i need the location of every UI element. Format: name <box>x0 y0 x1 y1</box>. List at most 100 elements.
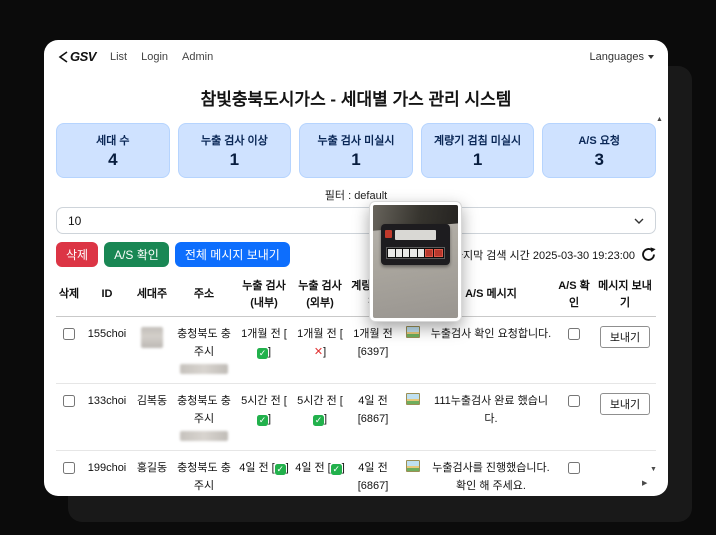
last-search-time: 마지막 검색 시간 2025-03-30 19:23:00 <box>453 247 656 263</box>
check-pass-icon: ✓ <box>257 348 268 359</box>
header-send-message: 메시지 보내기 <box>594 273 656 317</box>
delete-button[interactable]: 삭제 <box>56 242 98 267</box>
cell-select <box>56 317 82 384</box>
cell-household-head: 김복동 <box>132 384 172 451</box>
cell-photo <box>398 384 428 451</box>
nav-link-list[interactable]: List <box>110 51 127 63</box>
as-confirm-button[interactable]: A/S 확인 <box>104 242 169 267</box>
redacted-address <box>180 364 228 374</box>
stat-label: 누출 검사 이상 <box>181 132 289 148</box>
stat-value: 1 <box>424 150 532 170</box>
app-window: GSV List Login Admin Languages 참빛충북도시가스 … <box>44 40 668 496</box>
cell-household-head: 홍길동 <box>132 451 172 496</box>
cell-send-message: 보내기 <box>594 317 656 384</box>
row-select-checkbox[interactable] <box>63 462 75 474</box>
cell-as-message: 누출검사를 진행했습니다. 확인 해 주세요. <box>428 451 554 496</box>
redacted-address <box>180 431 228 441</box>
gas-meter-photo <box>373 205 458 318</box>
page-size-value: 10 <box>68 214 81 228</box>
cell-photo <box>398 317 428 384</box>
photo-thumbnail-icon[interactable] <box>406 460 420 472</box>
filter-label: 필터 : default <box>56 187 656 203</box>
cell-photo <box>398 451 428 496</box>
check-pass-icon: ✓ <box>257 415 268 426</box>
nav-link-login[interactable]: Login <box>141 51 168 63</box>
stat-label: 계량기 검침 미실시 <box>424 132 532 148</box>
page-title: 참빛충북도시가스 - 세대별 가스 관리 시스템 <box>56 85 656 110</box>
header-leak-outside: 누출 검사 (외부) <box>292 273 348 317</box>
send-all-message-button[interactable]: 전체 메시지 보내기 <box>175 242 290 267</box>
refresh-icon[interactable] <box>641 247 656 262</box>
as-confirm-checkbox[interactable] <box>568 395 580 407</box>
cell-leak-outside: 1개월 전 [✕] <box>292 317 348 384</box>
check-pass-icon: ✓ <box>331 464 342 475</box>
stat-value: 1 <box>181 150 289 170</box>
chevron-down-icon <box>648 55 654 59</box>
table-row: 199choi홍길동충청북도 충주시4일 전 [✓]4일 전 [✓]4일 전 [… <box>56 451 656 496</box>
cell-id: 133choi <box>82 384 132 451</box>
navbar: GSV List Login Admin Languages <box>44 40 668 71</box>
cell-address: 충청북도 충주시 <box>172 384 236 451</box>
cell-send-message <box>594 451 656 496</box>
scroll-up-arrow-icon[interactable]: ▲ <box>656 116 663 123</box>
stat-label: A/S 요청 <box>545 132 653 148</box>
row-select-checkbox[interactable] <box>63 395 75 407</box>
cell-leak-inside: 1개월 전 [✓] <box>236 317 292 384</box>
photo-preview-popup <box>369 201 462 322</box>
stat-card-leak-abnormal: 누출 검사 이상 1 <box>178 123 292 178</box>
scroll-down-arrow-icon[interactable]: ▼ <box>650 466 657 473</box>
send-message-button[interactable]: 보내기 <box>600 326 650 348</box>
cell-meter-reading: 1개월 전 [6397] <box>348 317 398 384</box>
cell-leak-inside: 4일 전 [✓] <box>236 451 292 496</box>
cell-send-message: 보내기 <box>594 384 656 451</box>
page-size-select[interactable]: 10 <box>56 207 656 234</box>
header-address: 주소 <box>172 273 236 317</box>
header-as-confirm: A/S 확인 <box>554 273 594 317</box>
stat-label: 누출 검사 미실시 <box>302 132 410 148</box>
stat-value: 3 <box>545 150 653 170</box>
brand-text: GSV <box>70 49 96 64</box>
cell-id: 155choi <box>82 317 132 384</box>
table-row: 155choi 충청북도 충주시1개월 전 [✓]1개월 전 [✕]1개월 전 [… <box>56 317 656 384</box>
brand-logo[interactable]: GSV <box>58 49 96 64</box>
cell-household-head <box>132 317 172 384</box>
stat-value: 1 <box>302 150 410 170</box>
as-confirm-checkbox[interactable] <box>568 328 580 340</box>
stat-value: 4 <box>59 150 167 170</box>
cell-leak-outside: 4일 전 [✓] <box>292 451 348 496</box>
table-header: 삭제 ID 세대주 주소 누출 검사 (내부) 누출 검사 (외부) 계량기 검… <box>56 273 656 317</box>
languages-label: Languages <box>590 51 644 63</box>
row-select-checkbox[interactable] <box>63 328 75 340</box>
languages-dropdown[interactable]: Languages <box>590 51 654 63</box>
cell-meter-reading: 4일 전 [6867] <box>348 451 398 496</box>
header-delete: 삭제 <box>56 273 82 317</box>
header-household-head: 세대주 <box>132 273 172 317</box>
toolbar: 삭제 A/S 확인 전체 메시지 보내기 마지막 검색 시간 2025-03-3… <box>56 242 656 267</box>
table-row: 133choi김복동충청북도 충주시5시간 전 [✓]5시간 전 [✓]4일 전… <box>56 384 656 451</box>
nav-link-admin[interactable]: Admin <box>182 51 213 63</box>
scroll-right-arrow-icon[interactable]: ▶ <box>642 480 647 487</box>
stat-cards: 세대 수 4 누출 검사 이상 1 누출 검사 미실시 1 계량기 검침 미실시… <box>56 123 656 178</box>
send-message-button[interactable]: 보내기 <box>600 393 650 415</box>
check-pass-icon: ✓ <box>275 464 286 475</box>
cell-leak-inside: 5시간 전 [✓] <box>236 384 292 451</box>
last-search-text: 마지막 검색 시간 2025-03-30 19:23:00 <box>453 247 635 263</box>
header-leak-inside: 누출 검사 (내부) <box>236 273 292 317</box>
cell-leak-outside: 5시간 전 [✓] <box>292 384 348 451</box>
stat-card-leak-not-done: 누출 검사 미실시 1 <box>299 123 413 178</box>
redacted-name <box>141 327 163 348</box>
chevron-down-icon <box>634 218 644 224</box>
photo-thumbnail-icon[interactable] <box>406 326 420 338</box>
stat-card-as-requests: A/S 요청 3 <box>542 123 656 178</box>
stat-card-meter-not-read: 계량기 검침 미실시 1 <box>421 123 535 178</box>
as-confirm-checkbox[interactable] <box>568 462 580 474</box>
cell-select <box>56 451 82 496</box>
x-fail-icon: ✕ <box>314 347 323 358</box>
cell-address: 충청북도 충주시 <box>172 451 236 496</box>
cell-as-message: 111누출검사 완료 했습니다. <box>428 384 554 451</box>
cell-id: 199choi <box>82 451 132 496</box>
cell-as-confirm <box>554 451 594 496</box>
stat-label: 세대 수 <box>59 132 167 148</box>
cell-address: 충청북도 충주시 <box>172 317 236 384</box>
photo-thumbnail-icon[interactable] <box>406 393 420 405</box>
